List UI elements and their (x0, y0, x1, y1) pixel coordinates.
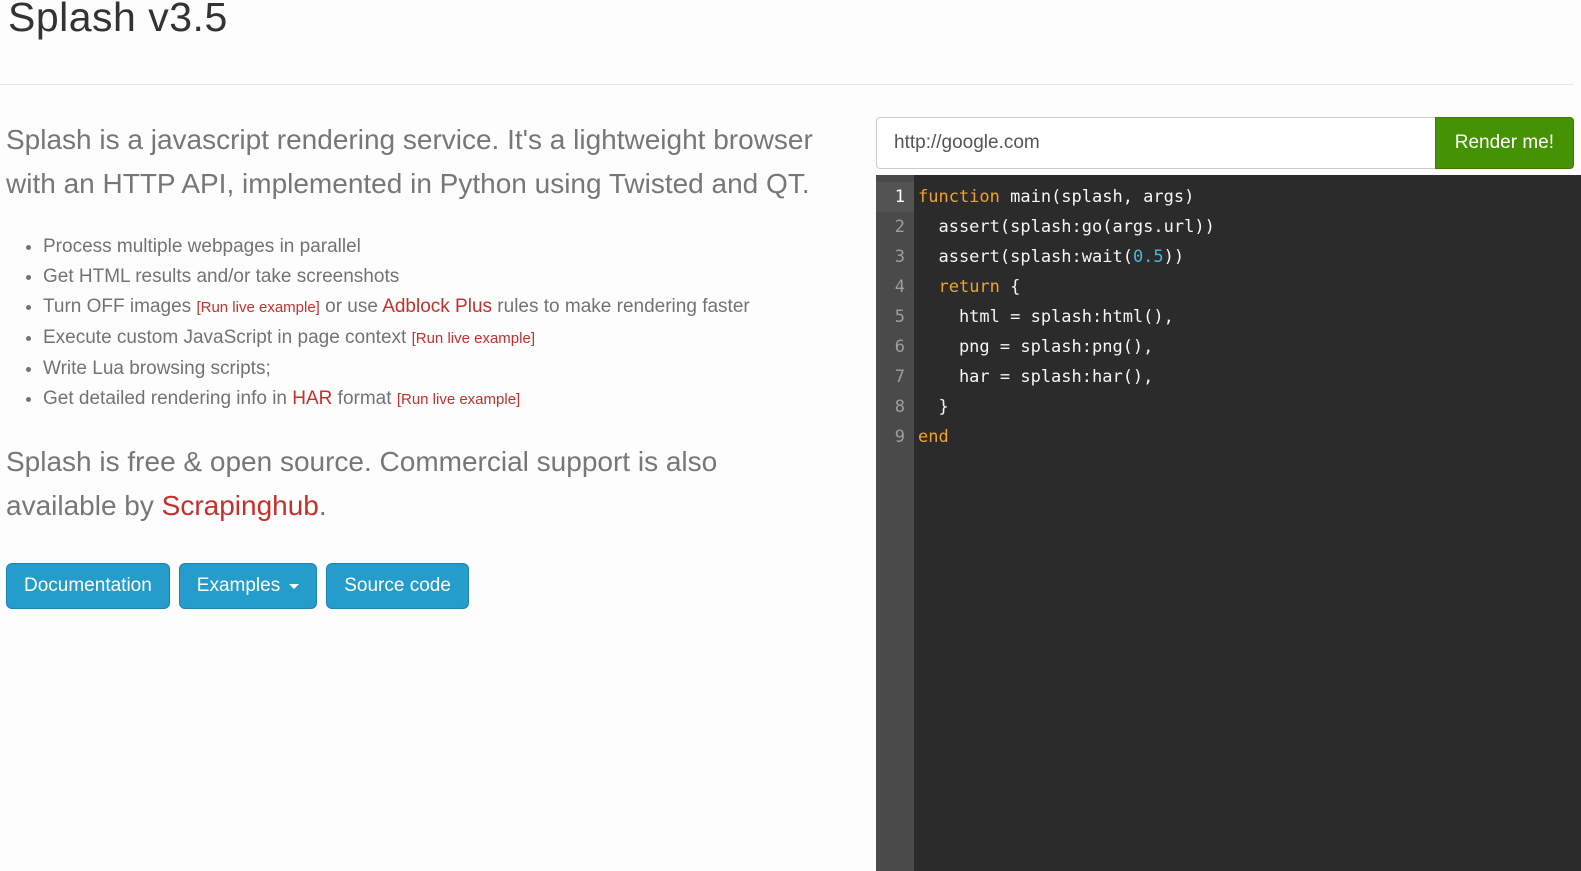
line-number: 6 (876, 332, 914, 362)
keyword-token: function (918, 187, 1000, 207)
source-code-button-label: Source code (344, 575, 451, 597)
run-live-example-link[interactable]: [Run live example] (412, 330, 535, 347)
caret-down-icon (289, 584, 299, 589)
code-line: 4 return { (876, 272, 1581, 302)
code-line-text: png = splash:png(), (914, 332, 1153, 362)
code-line: 6 png = splash:png(), (876, 332, 1581, 362)
list-item: Get HTML results and/or take screenshots (43, 262, 791, 292)
code-token: assert(splash:wait( (918, 247, 1133, 267)
keyword-token: end (918, 427, 949, 447)
list-item: Write Lua browsing scripts; (43, 354, 791, 384)
text-segment: or use (320, 296, 382, 317)
code-token: } (918, 397, 949, 417)
code-line: 9end (876, 422, 1581, 452)
header-divider (0, 84, 1573, 85)
line-number: 2 (876, 212, 914, 242)
code-line: 1function main(splash, args) (876, 182, 1581, 212)
har-link[interactable]: HAR (292, 388, 332, 409)
code-token: )) (1164, 247, 1184, 267)
documentation-button[interactable]: Documentation (6, 563, 170, 609)
code-line-text: html = splash:html(), (914, 302, 1174, 332)
code-line-text: har = splash:har(), (914, 362, 1153, 392)
scrapinghub-link[interactable]: Scrapinghub (162, 490, 319, 521)
code-token (918, 277, 938, 297)
line-number: 9 (876, 422, 914, 452)
source-code-button[interactable]: Source code (326, 563, 469, 609)
run-live-example-link[interactable]: [Run live example] (397, 391, 520, 408)
text-segment: Turn OFF images (43, 296, 196, 317)
code-token: { (1000, 277, 1020, 297)
keyword-token: return (938, 277, 999, 297)
examples-button[interactable]: Examples (179, 563, 317, 609)
code-token: main(splash, args) (1000, 187, 1194, 207)
examples-button-label: Examples (197, 575, 280, 597)
line-number: 3 (876, 242, 914, 272)
page-title: Splash v3.5 (8, 0, 228, 41)
code-token: har = splash:har(), (918, 367, 1153, 387)
render-button[interactable]: Render me! (1435, 117, 1574, 169)
line-number: 7 (876, 362, 914, 392)
code-token: assert(splash:go(args.url)) (918, 217, 1215, 237)
list-item: Get detailed rendering info in HAR forma… (43, 384, 791, 415)
intro-paragraph: Splash is a javascript rendering service… (6, 118, 821, 206)
text-segment: Process multiple webpages in parallel (43, 236, 361, 257)
code-line: 8 } (876, 392, 1581, 422)
list-item: Turn OFF images [Run live example] or us… (43, 292, 791, 323)
code-line: 3 assert(splash:wait(0.5)) (876, 242, 1581, 272)
text-segment: format (332, 388, 396, 409)
code-line-text: end (914, 422, 949, 452)
code-token: html = splash:html(), (918, 307, 1174, 327)
line-number: 4 (876, 272, 914, 302)
description-column: Splash is a javascript rendering service… (6, 108, 821, 609)
code-line: 7 har = splash:har(), (876, 362, 1581, 392)
run-live-example-link[interactable]: [Run live example] (196, 299, 319, 316)
text-segment: rules to make rendering faster (492, 296, 750, 317)
text-segment: Splash is free & open source. Commercial… (6, 446, 717, 521)
url-input-group: Render me! (876, 117, 1574, 169)
code-token: png = splash:png(), (918, 337, 1153, 357)
line-number: 1 (876, 182, 914, 212)
code-line-text: return { (914, 272, 1020, 302)
line-number: 8 (876, 392, 914, 422)
code-line-text: assert(splash:wait(0.5)) (914, 242, 1184, 272)
code-editor[interactable]: 1function main(splash, args)2 assert(spl… (876, 175, 1581, 871)
documentation-button-label: Documentation (24, 575, 152, 597)
code-line-text: assert(splash:go(args.url)) (914, 212, 1215, 242)
adblock-plus-link[interactable]: Adblock Plus (382, 296, 492, 317)
text-segment: Get HTML results and/or take screenshots (43, 266, 399, 287)
text-segment: Execute custom JavaScript in page contex… (43, 327, 412, 348)
line-number: 5 (876, 302, 914, 332)
code-line: 5 html = splash:html(), (876, 302, 1581, 332)
text-segment: Get detailed rendering info in (43, 388, 292, 409)
text-segment: . (319, 490, 327, 521)
url-input[interactable] (876, 117, 1436, 169)
code-line-text: function main(splash, args) (914, 182, 1194, 212)
number-token: 0.5 (1133, 247, 1164, 267)
feature-list: Process multiple webpages in parallel Get… (6, 232, 791, 415)
render-panel: Render me! 1function main(splash, args)2… (876, 117, 1581, 871)
code-line-text: } (914, 392, 949, 422)
list-item: Execute custom JavaScript in page contex… (43, 323, 791, 354)
support-paragraph: Splash is free & open source. Commercial… (6, 440, 821, 528)
code-area: 1function main(splash, args)2 assert(spl… (876, 175, 1581, 452)
action-buttons-row: Documentation Examples Source code (6, 563, 821, 609)
splash-landing-page: Splash v3.5 Splash is a javascript rende… (0, 0, 1581, 871)
list-item: Process multiple webpages in parallel (43, 232, 791, 262)
text-segment: Write Lua browsing scripts; (43, 358, 271, 379)
code-line: 2 assert(splash:go(args.url)) (876, 212, 1581, 242)
